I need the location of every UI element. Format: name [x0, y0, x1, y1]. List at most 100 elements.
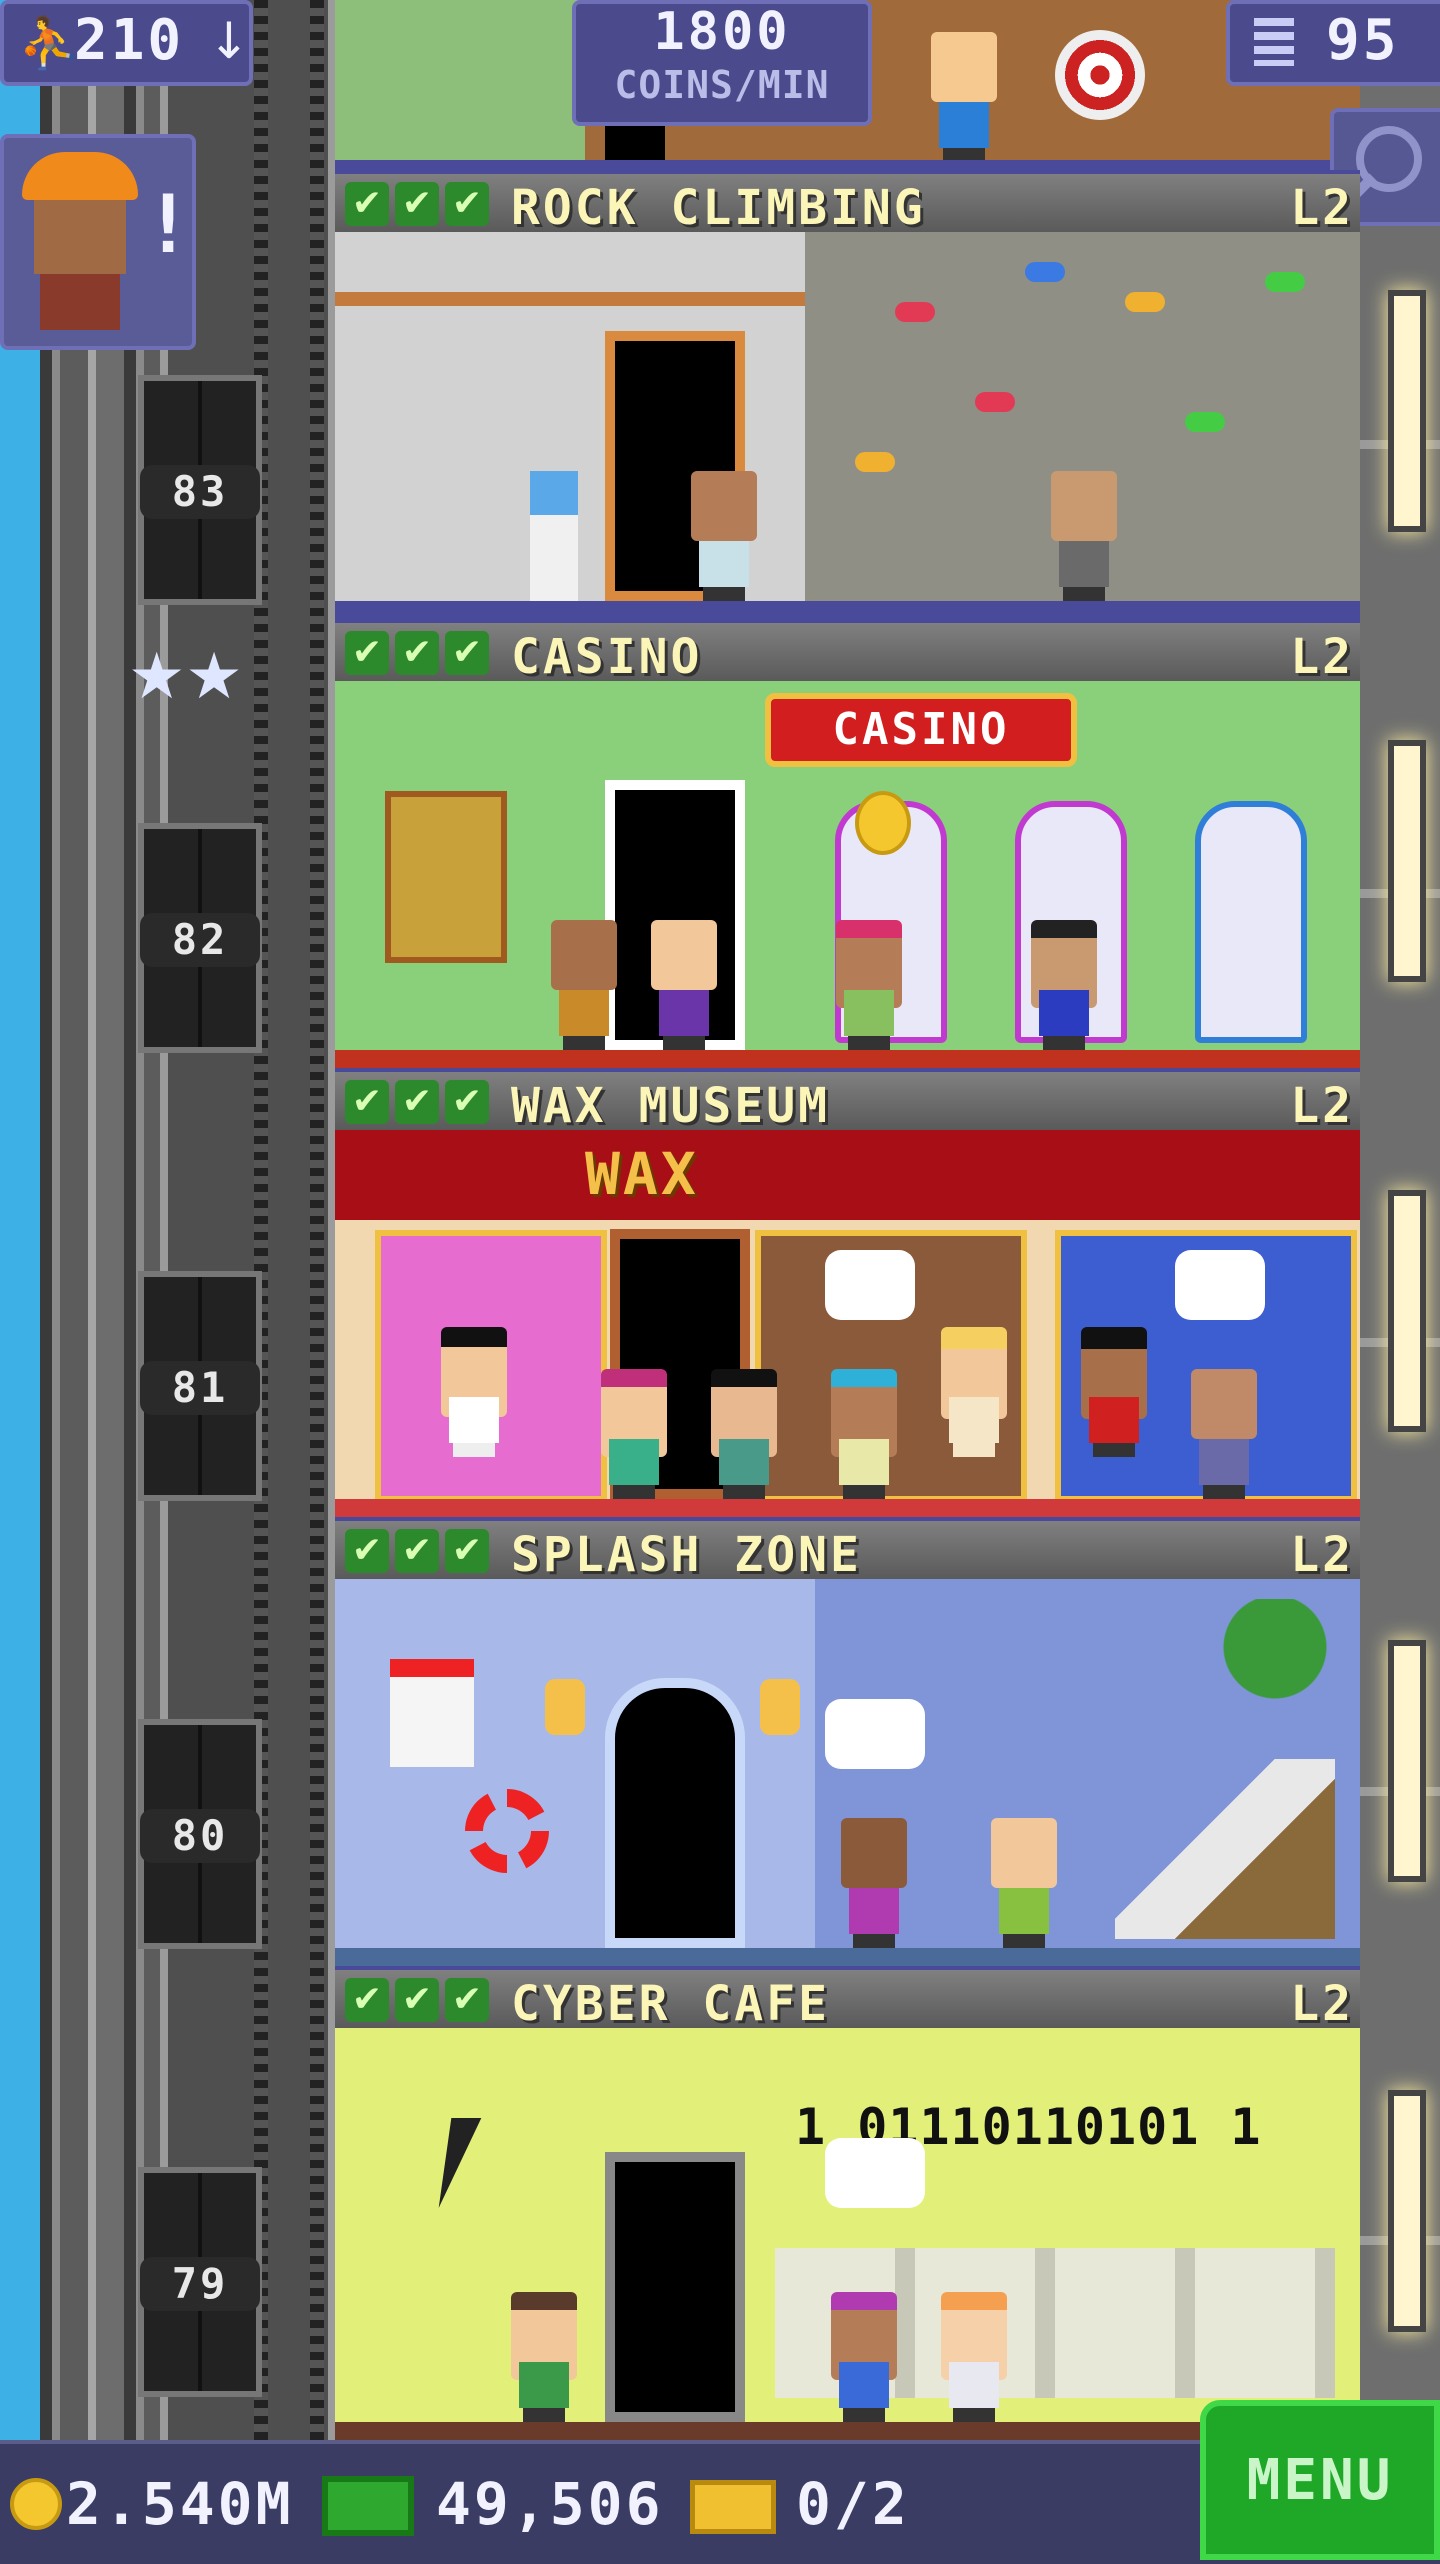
bitizen[interactable] — [595, 1369, 673, 1499]
elevator-floor-number: 82 — [140, 913, 260, 967]
bitizen[interactable] — [545, 920, 623, 1050]
target-icon — [1055, 30, 1145, 120]
climbing-hold-icon — [1265, 272, 1305, 292]
thought-bubble-icon — [1175, 1250, 1265, 1320]
notice-board-icon — [390, 1659, 474, 1767]
elevator-floor-number: 80 — [140, 1809, 260, 1863]
floor-cyber-cafe[interactable]: ✔ ✔ ✔ CYBER CAFE L2 1 01110110101 1 — [335, 1966, 1360, 2440]
bitizen[interactable] — [505, 2292, 583, 2422]
floor-name: CYBER CAFE — [511, 1976, 830, 2032]
bux-balance: 49,506 — [436, 2470, 664, 2538]
water-cooler-icon — [530, 471, 578, 601]
room-door — [605, 1678, 745, 1948]
bitizen[interactable] — [705, 1369, 783, 1499]
check-icon: ✔ — [395, 182, 439, 226]
population-counter[interactable]: ⛹ 210 ↓ — [0, 0, 253, 86]
check-icon: ✔ — [445, 1978, 489, 2022]
bitizen[interactable] — [925, 32, 1003, 162]
menu-button[interactable]: MENU — [1200, 2400, 1440, 2560]
floor-name: ROCK CLIMBING — [511, 180, 926, 236]
coins-rate-display: 1800 COINS/MIN — [572, 0, 872, 126]
elevator-shaft — [40, 0, 336, 2440]
floor-stars: ✔ ✔ ✔ — [345, 1529, 489, 1573]
floor-wax-museum[interactable]: ✔ ✔ ✔ WAX MUSEUM L2 WAX — [335, 1068, 1360, 1517]
bitizen[interactable] — [1185, 1369, 1263, 1499]
thought-bubble-icon — [825, 1250, 915, 1320]
elevator-floor-number: 79 — [140, 2257, 260, 2311]
check-icon: ✔ — [345, 631, 389, 675]
wax-figure — [1075, 1327, 1153, 1457]
check-icon: ✔ — [395, 1080, 439, 1124]
check-icon: ✔ — [345, 1529, 389, 1573]
cashier-icon — [385, 791, 507, 963]
bitizen[interactable] — [1025, 920, 1103, 1050]
builder-face-icon — [34, 200, 126, 274]
bitizen[interactable] — [835, 1818, 913, 1948]
lamp-icon — [545, 1679, 585, 1735]
check-icon: ✔ — [345, 182, 389, 226]
wall-light — [1388, 740, 1426, 982]
bitizen[interactable] — [985, 1818, 1063, 1948]
builder-hardhat-icon — [22, 152, 138, 200]
bitizen[interactable] — [825, 2292, 903, 2422]
check-icon: ✔ — [445, 1529, 489, 1573]
bitizen[interactable] — [935, 2292, 1013, 2422]
climbing-hold-icon — [1125, 292, 1165, 312]
check-icon: ✔ — [395, 1978, 439, 2022]
coin-icon — [10, 2478, 62, 2530]
bitizen[interactable] — [685, 471, 763, 601]
floor-stars: ✔ ✔ ✔ — [345, 631, 489, 675]
floor-stars: ✔ ✔ ✔ — [345, 1978, 489, 2022]
floor-counter[interactable]: 95 — [1226, 0, 1440, 86]
sky-background — [0, 0, 40, 2440]
bitizen[interactable] — [1045, 471, 1123, 601]
ticket-icon — [690, 2480, 776, 2534]
thought-bubble-icon — [825, 1699, 925, 1769]
floor-stars: ✔ ✔ ✔ — [345, 1080, 489, 1124]
check-icon: ✔ — [395, 1529, 439, 1573]
wall-light — [1388, 2090, 1426, 2332]
elevator-floor-number: 81 — [140, 1361, 260, 1415]
water-slide-icon — [1115, 1759, 1335, 1939]
bitizen[interactable] — [830, 920, 908, 1050]
builder-notification-button[interactable]: ! — [0, 134, 196, 350]
slot-machine-icon — [1195, 801, 1307, 1043]
floor-casino[interactable]: ✔ ✔ ✔ CASINO L2 CASINO — [335, 619, 1360, 1068]
bitizen[interactable] — [825, 1369, 903, 1499]
building-icon — [1254, 18, 1294, 66]
floor-stars: ✔ ✔ ✔ — [345, 182, 489, 226]
floor-level: L2 — [1290, 1527, 1354, 1583]
thought-bubble-icon — [825, 2138, 925, 2208]
climbing-hold-icon — [975, 392, 1015, 412]
check-icon: ✔ — [345, 1080, 389, 1124]
coins-balance: 2.540M — [66, 2470, 294, 2538]
cursor-icon — [438, 2118, 482, 2208]
elevator-floor-number: 83 — [140, 465, 260, 519]
check-icon: ✔ — [395, 631, 439, 675]
floor-name: CASINO — [511, 629, 703, 685]
palm-tree-icon — [1215, 1599, 1335, 1759]
climbing-hold-icon — [855, 452, 895, 472]
elevator-stars: ★★ — [128, 640, 243, 714]
tickets-count: 0/2 — [796, 2470, 910, 2538]
climbing-hold-icon — [895, 302, 935, 322]
wall-light — [1388, 1190, 1426, 1432]
floor-splash-zone[interactable]: ✔ ✔ ✔ SPLASH ZONE L2 — [335, 1517, 1360, 1966]
floor-level: L2 — [1290, 1078, 1354, 1134]
bitizen[interactable] — [645, 920, 723, 1050]
life-ring-icon — [465, 1789, 549, 1873]
floor-rock-climbing[interactable]: ✔ ✔ ✔ ROCK CLIMBING L2 — [335, 170, 1360, 619]
floor-level: L2 — [1290, 629, 1354, 685]
climbing-hold-icon — [1025, 262, 1065, 282]
bux-icon — [322, 2476, 414, 2536]
check-icon: ✔ — [445, 182, 489, 226]
room-door — [605, 2152, 745, 2422]
floor-name: WAX MUSEUM — [511, 1078, 830, 1134]
floor-level: L2 — [1290, 1976, 1354, 2032]
person-icon: ⛹ — [18, 14, 81, 72]
climbing-hold-icon — [1185, 412, 1225, 432]
wax-figure — [935, 1327, 1013, 1457]
check-icon: ✔ — [445, 1080, 489, 1124]
down-arrow-icon: ↓ — [208, 12, 250, 70]
floor-level: L2 — [1290, 180, 1354, 236]
